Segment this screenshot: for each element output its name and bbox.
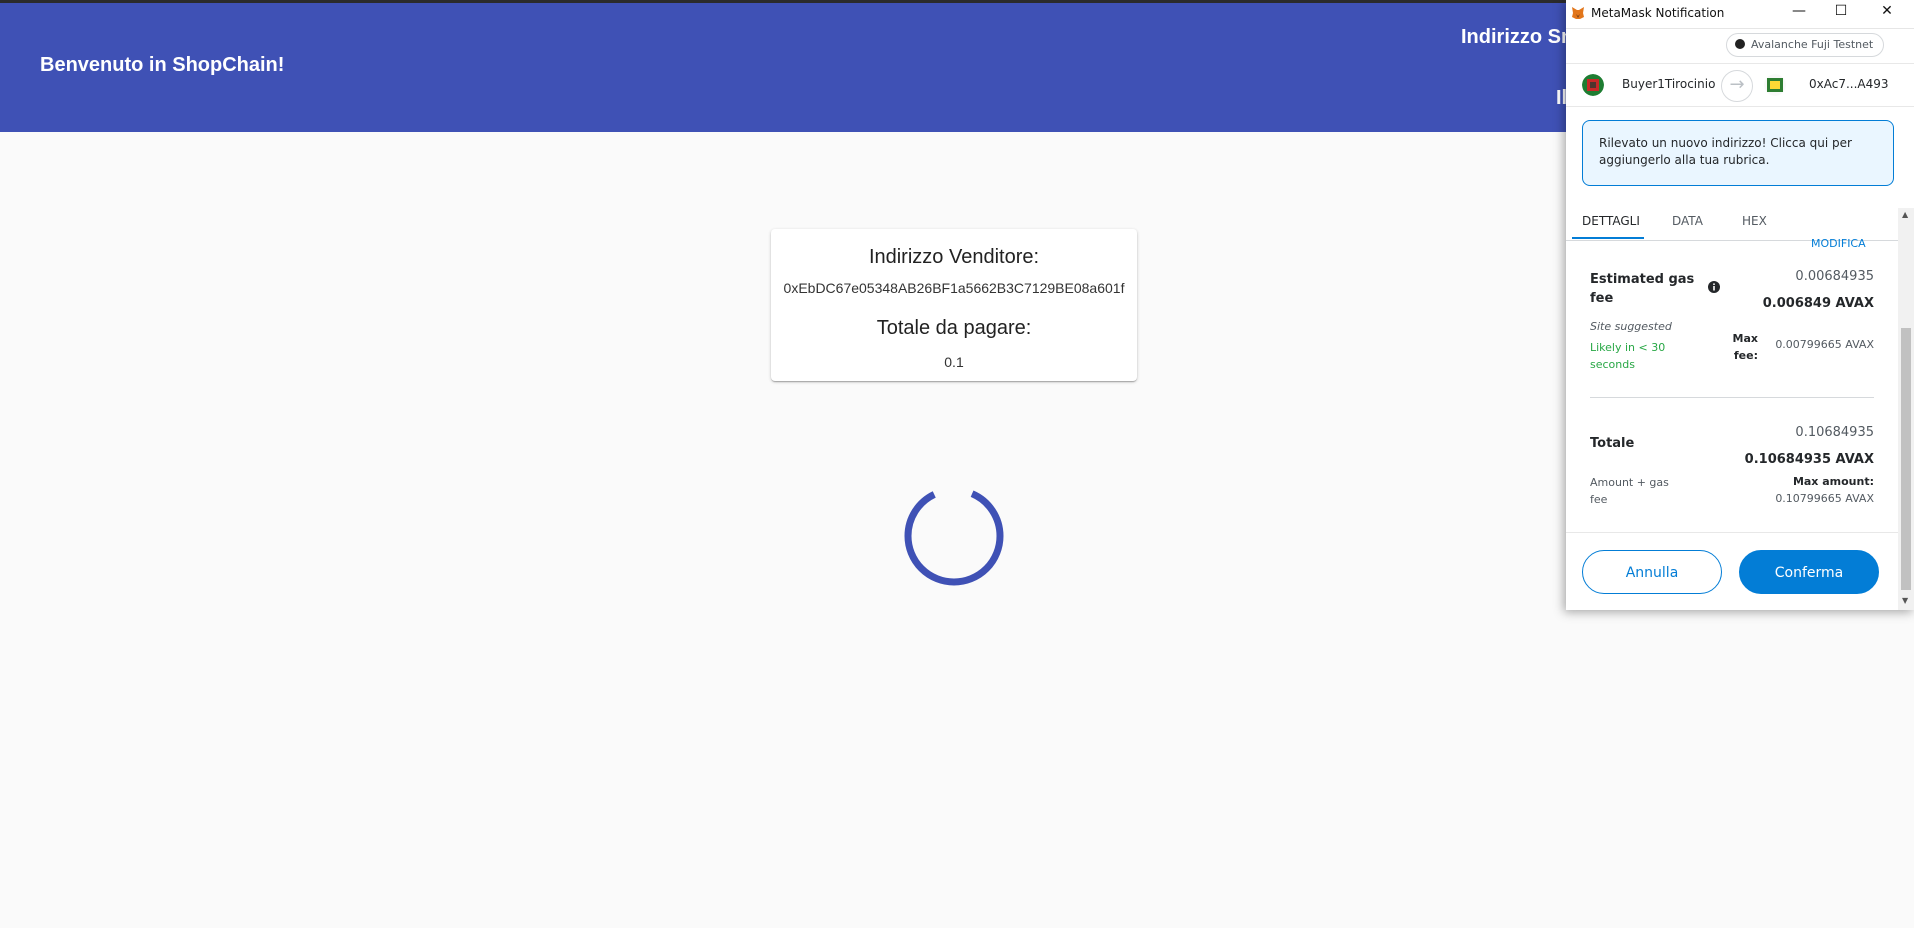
site-suggested-label: Site suggested	[1590, 320, 1672, 333]
edit-link[interactable]: MODIFICA	[1811, 237, 1866, 250]
from-account-avatar-icon	[1582, 74, 1604, 96]
total-value: 0.1	[944, 354, 964, 370]
to-account-avatar-icon	[1764, 74, 1786, 96]
metamask-fox-icon	[1572, 7, 1584, 19]
max-fee-value: 0.00799665 AVAX	[1775, 338, 1874, 351]
tab-hex[interactable]: HEX	[1742, 214, 1767, 228]
total-amount-value: 0.10684935	[1795, 425, 1874, 440]
header-contract-address-label: Indirizzo Sm	[1461, 26, 1579, 48]
scroll-down-arrow-icon[interactable]: ▼	[1902, 596, 1908, 605]
max-amount-label: Max amount:	[1792, 475, 1874, 488]
to-account-address[interactable]: 0xAc7...A493	[1809, 77, 1889, 91]
total-label: Totale da pagare:	[876, 317, 1032, 339]
tab-data[interactable]: DATA	[1672, 214, 1703, 228]
total-label-mm: Totale	[1590, 436, 1635, 451]
gas-fee-value: 0.00684935	[1795, 269, 1874, 284]
confirm-button[interactable]: Conferma	[1739, 550, 1879, 594]
seller-address: 0xEbDC67e05348AB26BF1a5662B3C7129BE08a60…	[783, 280, 1125, 296]
minimize-icon[interactable]: —	[1789, 3, 1809, 19]
footer-divider	[1566, 532, 1898, 533]
max-fee-label: Max fee:	[1732, 332, 1758, 362]
scroll-up-arrow-icon[interactable]: ▲	[1902, 210, 1908, 219]
metamask-window-title: MetaMask Notification	[1591, 6, 1725, 20]
active-tab-indicator	[1572, 237, 1644, 239]
likely-time-label: Likely in < 30 seconds	[1590, 341, 1666, 371]
metamask-window: MetaMask Notification — ☐ ✕ Avalanche Fu…	[1566, 0, 1914, 610]
arrow-right-icon: →	[1721, 70, 1753, 102]
from-account-name: Buyer1Tirocinio	[1622, 77, 1716, 91]
tab-details[interactable]: DETTAGLI	[1582, 214, 1640, 228]
scrollbar-thumb[interactable]	[1901, 328, 1911, 590]
cancel-button[interactable]: Annulla	[1582, 550, 1722, 594]
network-status-dot	[1735, 39, 1745, 49]
network-selector[interactable]: Avalanche Fuji Testnet	[1726, 33, 1885, 57]
amount-plus-gas-label: Amount + gas fee	[1590, 476, 1669, 506]
account-transfer-row: Buyer1Tirocinio → 0xAc7...A493	[1566, 63, 1914, 107]
new-address-notice[interactable]: Rilevato un nuovo indirizzo! Clicca qui …	[1582, 120, 1894, 186]
loading-spinner-icon	[904, 486, 1004, 586]
metamask-titlebar: MetaMask Notification — ☐ ✕	[1566, 0, 1914, 29]
seller-label: Indirizzo Venditore:	[868, 246, 1040, 268]
close-icon[interactable]: ✕	[1877, 3, 1897, 19]
section-divider	[1590, 397, 1874, 398]
payment-card: Indirizzo Venditore: 0xEbDC67e05348AB26B…	[771, 229, 1137, 381]
estimated-gas-fee-label: Estimated gas fee	[1590, 272, 1695, 306]
app-title: Benvenuto in ShopChain!	[40, 54, 285, 76]
network-name: Avalanche Fuji Testnet	[1751, 38, 1874, 51]
total-amount-avax: 0.10684935 AVAX	[1744, 452, 1874, 467]
max-amount-value: 0.10799665 AVAX	[1775, 492, 1874, 505]
maximize-icon[interactable]: ☐	[1831, 3, 1851, 19]
info-icon[interactable]	[1708, 281, 1720, 293]
gas-fee-value-avax: 0.006849 AVAX	[1762, 296, 1874, 311]
